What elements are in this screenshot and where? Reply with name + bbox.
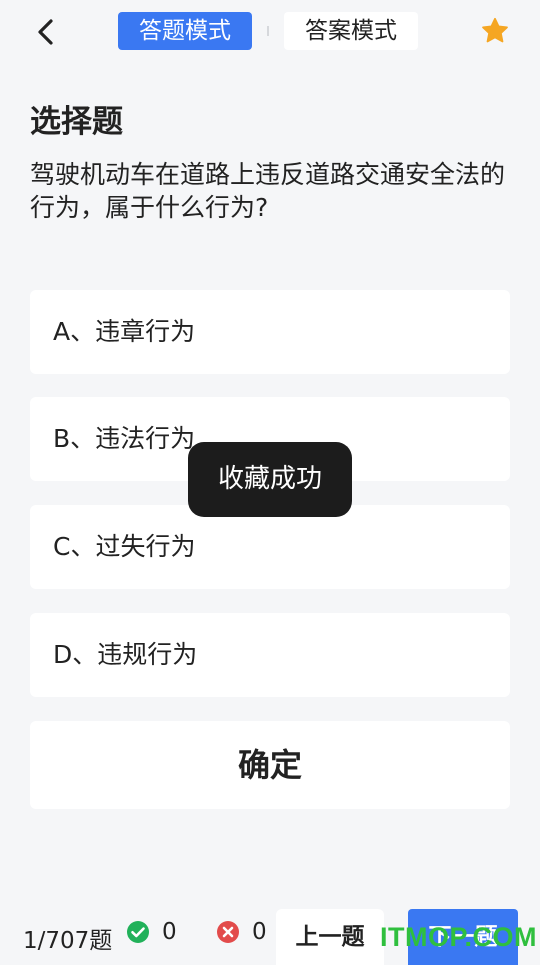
wrong-count-value: 0: [252, 919, 267, 945]
option-c[interactable]: C、过失行为: [30, 505, 510, 589]
star-icon: [482, 17, 508, 43]
prev-question-button[interactable]: 上一题: [276, 909, 384, 965]
back-button[interactable]: [26, 12, 66, 52]
progress-counter: 1/707题: [23, 928, 113, 954]
correct-count: 0: [126, 919, 177, 945]
toast-message: 收藏成功: [188, 442, 352, 517]
chevron-left-icon: [38, 19, 53, 45]
question-text: 驾驶机动车在道路上违反道路交通安全法的行为，属于什么行为?: [30, 160, 506, 222]
tab-solution-mode[interactable]: 答案模式: [284, 12, 418, 50]
watermark: ITMOP.COM: [380, 922, 538, 952]
question-type: 选择题: [30, 104, 123, 140]
correct-count-value: 0: [162, 919, 177, 945]
top-bar: 答题模式 答案模式: [0, 0, 540, 64]
favorite-button[interactable]: [480, 16, 510, 46]
option-d[interactable]: D、违规行为: [30, 613, 510, 697]
confirm-button[interactable]: 确定: [30, 721, 510, 809]
option-a[interactable]: A、违章行为: [30, 290, 510, 374]
mode-tabs: 答题模式 答案模式: [118, 12, 418, 50]
x-circle-icon: [217, 921, 239, 943]
tab-divider: [267, 26, 269, 36]
check-circle-icon: [127, 921, 149, 943]
tab-answer-mode[interactable]: 答题模式: [118, 12, 252, 50]
wrong-count: 0: [216, 919, 267, 945]
